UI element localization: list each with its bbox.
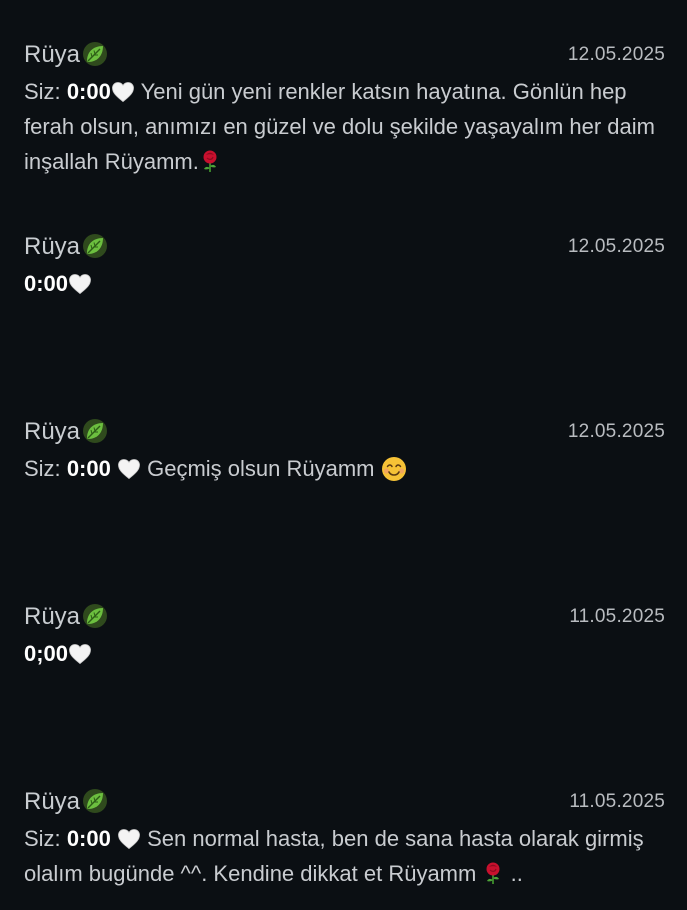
chat-header: Rüya 12.05.2025 — [0, 38, 687, 72]
contact-name: Rüya — [24, 415, 108, 449]
message-time: 0:00 — [66, 456, 111, 481]
chat-item[interactable]: Rüya 12.05.2025 Siz: 0:00 Geçmiş olsun R… — [0, 415, 687, 486]
chat-header: Rüya 12.05.2025 — [0, 230, 687, 264]
message-text: Geçmiş olsun Rüyamm — [147, 456, 375, 481]
sender-prefix: Siz: — [24, 79, 61, 104]
contact-name-text: Rüya — [24, 603, 81, 630]
message-time: 0:00 — [66, 826, 111, 851]
chat-date: 11.05.2025 — [569, 606, 665, 627]
chat-item[interactable]: Rüya 11.05.2025 0;00 — [0, 600, 687, 671]
contact-name: Rüya — [24, 38, 108, 72]
contact-name-text: Rüya — [24, 233, 81, 260]
chat-date: 12.05.2025 — [567, 236, 665, 257]
contact-name: Rüya — [24, 230, 108, 264]
message-preview: Siz: 0:00 Sen normal hasta, ben de sana … — [24, 821, 665, 891]
chat-item[interactable]: Rüya 12.05.2025 Siz: 0:00 Yeni gün yeni … — [0, 38, 687, 179]
message-time: 0;00 — [24, 641, 69, 666]
message-preview: Siz: 0:00 Geçmiş olsun Rüyamm — [24, 451, 665, 486]
leaf-icon — [82, 41, 108, 67]
sender-prefix: Siz: — [24, 826, 61, 851]
white-heart-icon — [68, 273, 92, 295]
leaf-icon — [82, 788, 108, 814]
white-heart-icon — [117, 828, 141, 850]
chat-list: Rüya 12.05.2025 Siz: 0:00 Yeni gün yeni … — [0, 0, 687, 910]
message-preview: Siz: 0:00 Yeni gün yeni renkler katsın h… — [24, 74, 665, 179]
chat-header: Rüya 11.05.2025 — [0, 600, 687, 634]
chat-item[interactable]: Rüya 12.05.2025 0:00 — [0, 230, 687, 301]
chat-date: 12.05.2025 — [567, 44, 665, 65]
leaf-icon — [82, 233, 108, 259]
chat-date: 11.05.2025 — [569, 791, 665, 812]
message-preview: 0:00 — [24, 266, 665, 301]
message-preview: 0;00 — [24, 636, 665, 671]
white-heart-icon — [68, 643, 92, 665]
chat-header: Rüya 11.05.2025 — [0, 785, 687, 819]
contact-name-text: Rüya — [24, 788, 81, 815]
message-trailing: .. — [510, 861, 523, 886]
leaf-icon — [82, 418, 108, 444]
contact-name-text: Rüya — [24, 418, 81, 445]
chat-item[interactable]: Rüya 11.05.2025 Siz: 0:00 Sen normal has… — [0, 785, 687, 891]
message-time: 0:00 — [24, 271, 69, 296]
rose-icon — [482, 861, 504, 885]
contact-name-text: Rüya — [24, 41, 81, 68]
white-heart-icon — [111, 81, 135, 103]
contact-name: Rüya — [24, 785, 108, 819]
chat-header: Rüya 12.05.2025 — [0, 415, 687, 449]
contact-name: Rüya — [24, 600, 108, 634]
sender-prefix: Siz: — [24, 456, 61, 481]
rose-icon — [199, 149, 221, 173]
leaf-icon — [82, 603, 108, 629]
white-heart-icon — [117, 458, 141, 480]
smiling-face-icon — [381, 456, 407, 482]
chat-date: 12.05.2025 — [567, 421, 665, 442]
message-time: 0:00 — [66, 79, 111, 104]
